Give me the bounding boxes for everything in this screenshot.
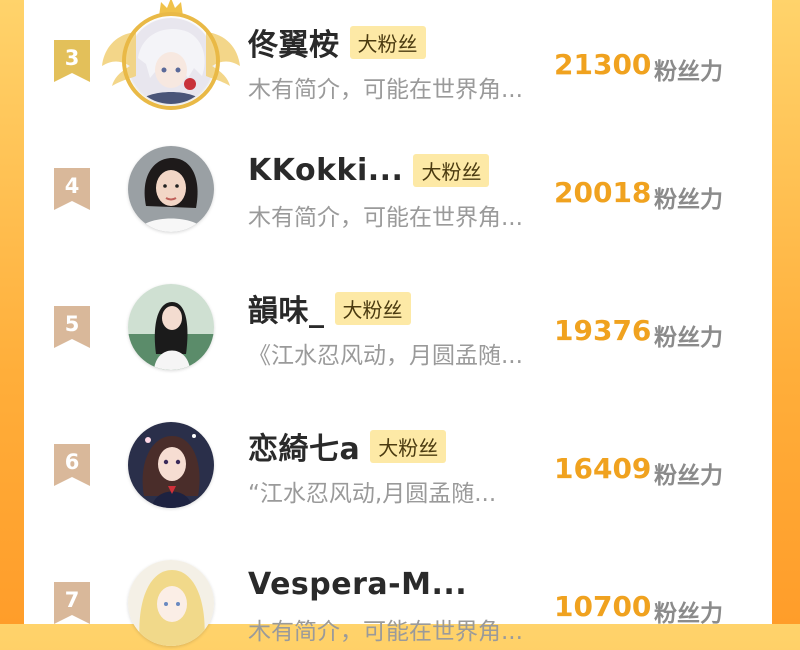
fan-power-score: 20018 [554, 176, 652, 209]
fan-level-badge: 大粉丝 [413, 153, 490, 187]
fan-power-label: 粉丝力 [654, 325, 723, 351]
ranking-list-panel: 3 佟翼桉 大粉丝 木有简介，可能在世界角... 21300 粉丝力 4 KKo… [24, 0, 772, 646]
avatar[interactable] [128, 146, 214, 232]
rank-ribbon-icon: 6 [54, 444, 90, 486]
fan-power-label: 粉丝力 [654, 59, 723, 85]
fan-power-score: 16409 [554, 452, 652, 485]
user-name[interactable]: Vespera-M... [248, 567, 467, 602]
avatar[interactable] [102, 0, 240, 110]
rank-ribbon-icon: 5 [54, 306, 90, 348]
ranking-row[interactable]: 6 恋綺七a 大粉丝 “江水忍风动,月圆孟随... 16409 粉丝力 [24, 412, 772, 512]
user-name[interactable]: 恋綺七a [248, 424, 360, 468]
ranking-row[interactable]: 4 KKokki... 大粉丝 木有简介，可能在世界角... 20018 粉丝力 [24, 136, 772, 236]
ranking-row[interactable]: 5 韻味_ 大粉丝 《江水忍风动，月圆孟随... 19376 粉丝力 [24, 274, 772, 374]
fan-power-score: 10700 [554, 590, 652, 623]
user-intro: “江水忍风动,月圆孟随... [248, 481, 497, 507]
fan-level-badge: 大粉丝 [334, 291, 411, 325]
user-name[interactable]: KKokki... [248, 153, 403, 188]
rank-number: 7 [64, 588, 80, 612]
fan-level-badge: 大粉丝 [370, 429, 447, 463]
avatar[interactable] [128, 284, 214, 370]
fan-level-badge: 大粉丝 [349, 25, 426, 59]
fan-power-score: 19376 [554, 314, 652, 347]
user-intro: 木有简介，可能在世界角... [248, 619, 523, 645]
fan-power-label: 粉丝力 [654, 187, 723, 213]
rank-number: 5 [64, 312, 80, 336]
ranking-row[interactable]: 7 Vespera-M... 木有简介，可能在世界角... 10700 粉丝力 [24, 550, 772, 650]
user-name[interactable]: 韻味_ [248, 286, 325, 330]
user-intro: 《江水忍风动，月圆孟随... [248, 343, 523, 369]
avatar[interactable] [128, 560, 214, 646]
ranking-row[interactable]: 3 佟翼桉 大粉丝 木有简介，可能在世界角... 21300 粉丝力 [24, 0, 772, 110]
rank-ribbon-icon: 7 [54, 582, 90, 624]
user-name[interactable]: 佟翼桉 [248, 20, 340, 64]
rank-number: 3 [64, 46, 80, 70]
rank-number: 6 [64, 450, 80, 474]
fan-power-score: 21300 [554, 48, 652, 81]
avatar[interactable] [128, 422, 214, 508]
user-intro: 木有简介，可能在世界角... [248, 205, 523, 231]
fan-power-label: 粉丝力 [654, 463, 723, 489]
avatar-frame [122, 12, 220, 110]
user-intro: 木有简介，可能在世界角... [248, 77, 523, 103]
rank-ribbon-icon: 4 [54, 168, 90, 210]
fan-power-label: 粉丝力 [654, 601, 723, 627]
rank-number: 4 [64, 174, 80, 198]
rank-ribbon-icon: 3 [54, 40, 90, 82]
